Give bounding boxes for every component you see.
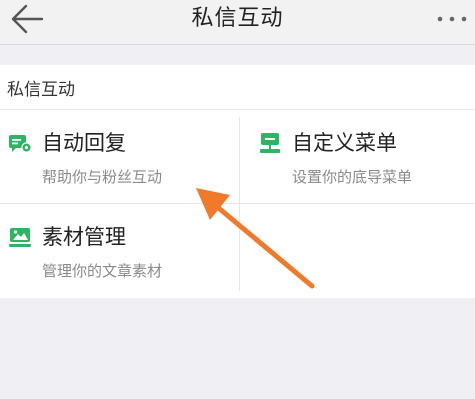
interaction-section: 私信互动 自动回复 帮助你与粉丝互动 自定义菜单 设置你的底导菜单 素材管理 管… <box>0 65 475 298</box>
auto-reply-icon <box>9 135 32 153</box>
material-management-item[interactable]: 素材管理 管理你的文章素材 <box>0 204 239 298</box>
custom-menu-subtitle: 设置你的底导菜单 <box>292 168 413 186</box>
auto-reply-title: 自动回复 <box>42 131 126 155</box>
material-icon <box>9 228 31 247</box>
page-title: 私信互动 <box>191 6 284 31</box>
auto-reply-item[interactable]: 自动回复 帮助你与粉丝互动 <box>0 110 239 203</box>
custom-menu-title: 自定义菜单 <box>292 131 397 155</box>
material-management-subtitle: 管理你的文章素材 <box>42 262 163 280</box>
material-management-title: 素材管理 <box>42 225 126 249</box>
section-gap <box>0 45 475 65</box>
section-header: 私信互动 <box>0 65 475 110</box>
section-title: 私信互动 <box>7 80 75 100</box>
title-bar: 私信互动 <box>0 0 475 45</box>
more-dots-icon[interactable] <box>435 12 469 26</box>
custom-menu-icon <box>260 133 280 153</box>
auto-reply-subtitle: 帮助你与粉丝互动 <box>42 168 163 186</box>
custom-menu-item[interactable]: 自定义菜单 设置你的底导菜单 <box>240 110 475 203</box>
